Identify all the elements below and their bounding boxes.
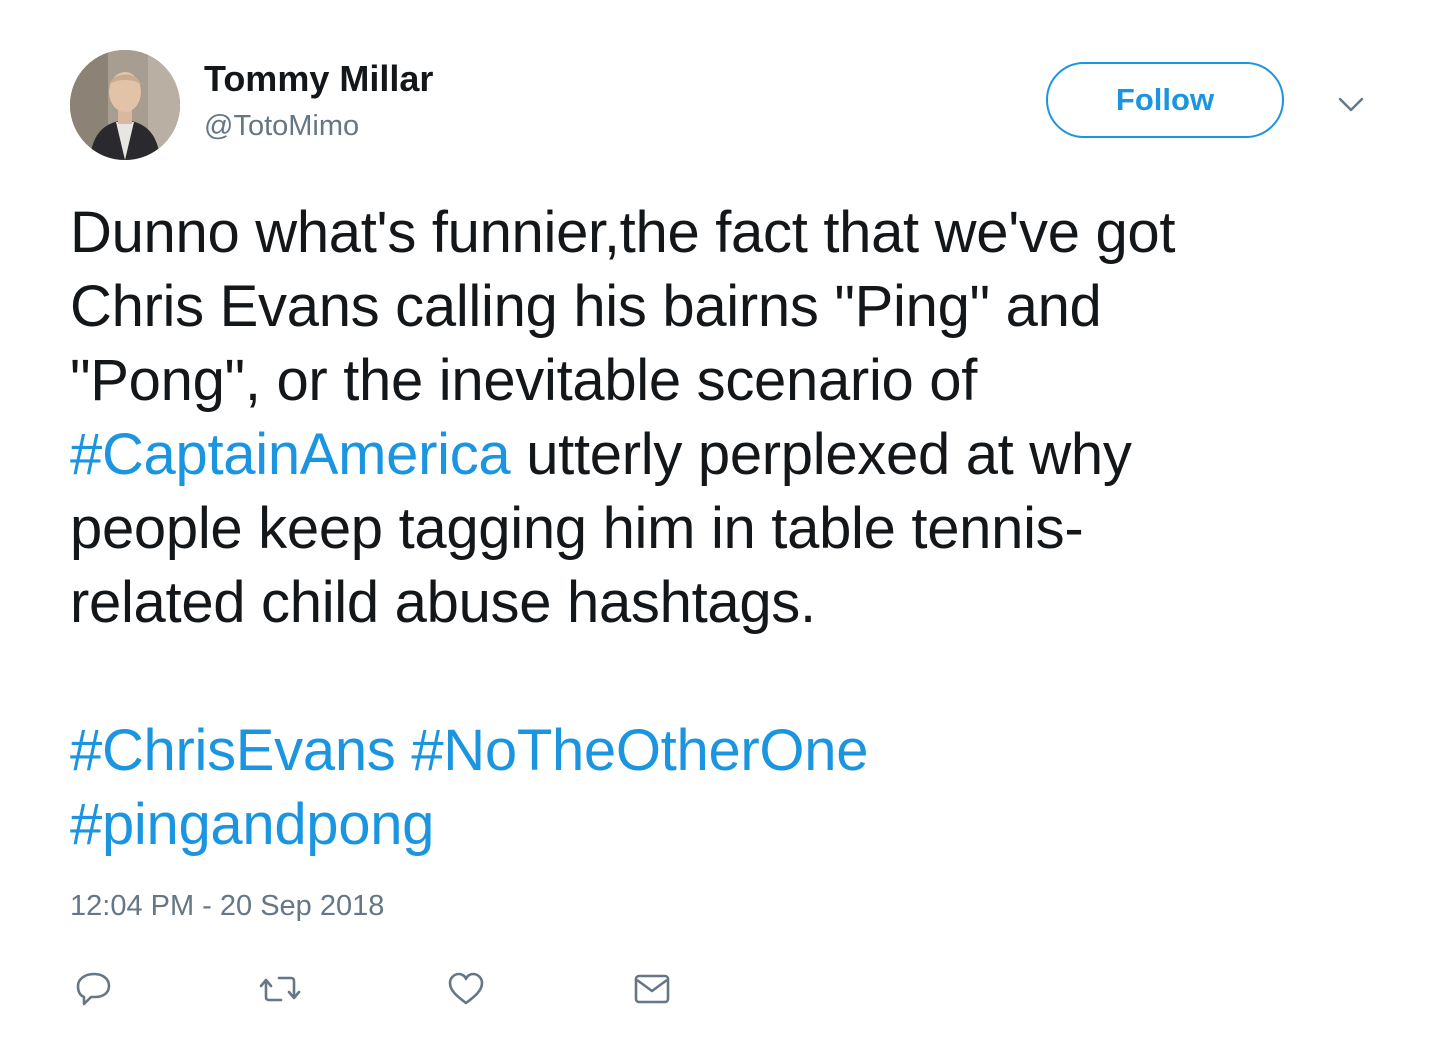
hashtag-line: #pingandpong <box>70 788 1400 862</box>
tweet-timestamp[interactable]: 12:04 PM - 20 Sep 2018 <box>70 890 384 923</box>
user-avatar[interactable] <box>70 50 180 160</box>
reply-icon[interactable] <box>70 966 118 1012</box>
screen-name[interactable]: @TotoMimo <box>204 110 359 143</box>
envelope-icon[interactable] <box>628 966 676 1012</box>
tweet-line: related child abuse hashtags. <box>70 570 816 635</box>
chevron-down-icon[interactable] <box>1334 90 1368 120</box>
display-name[interactable]: Tommy Millar <box>204 58 433 100</box>
tweet-text: Dunno what's funnier,the fact that we've… <box>70 196 1400 862</box>
heart-icon[interactable] <box>442 966 490 1012</box>
tweet-line: "Pong", or the inevitable scenario of <box>70 348 978 413</box>
tweet-line: Chris Evans calling his bairns "Ping" an… <box>70 274 1102 339</box>
tweet-line: people keep tagging him in table tennis- <box>70 496 1084 561</box>
tweet-line: Dunno what's funnier,the fact that we've… <box>70 200 1176 265</box>
tweet-card: Tommy Millar @TotoMimo Follow Dunno what… <box>0 0 1440 1053</box>
avatar-photo-icon <box>70 50 180 160</box>
hashtag-link-notheotherone[interactable]: #NoTheOtherOne <box>411 718 868 783</box>
retweet-icon[interactable] <box>256 966 304 1012</box>
hashtag-link-pingandpong[interactable]: #pingandpong <box>70 792 434 857</box>
tweet-line: #CaptainAmerica utterly perplexed at why <box>70 418 1400 492</box>
hashtag-line: #ChrisEvans #NoTheOtherOne <box>70 714 1400 788</box>
follow-button[interactable]: Follow <box>1046 62 1284 138</box>
tweet-line-text: utterly perplexed at why <box>510 422 1132 487</box>
hashtag-link-captainamerica[interactable]: #CaptainAmerica <box>70 422 511 487</box>
hashtag-link-chrisevans[interactable]: #ChrisEvans <box>70 718 396 783</box>
